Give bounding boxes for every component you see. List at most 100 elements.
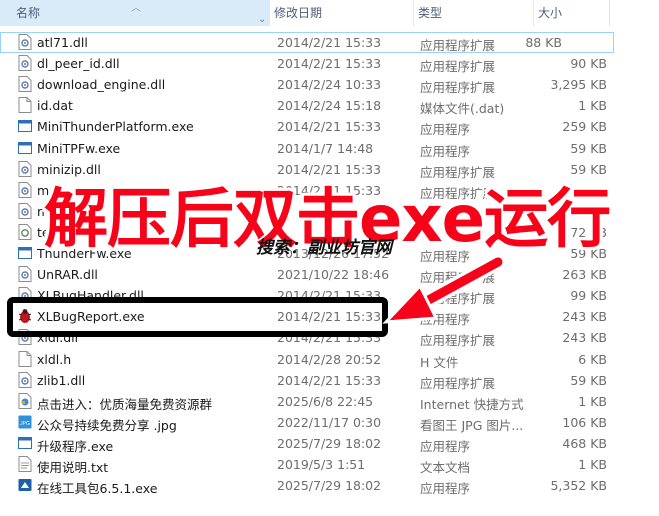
file-size: 88 KB: [525, 35, 562, 50]
file-type: 应用程序扩展: [420, 80, 496, 96]
file-size: 1 KB: [578, 457, 607, 472]
file-type: 应用程序: [420, 143, 471, 159]
file-name: 点击进入：优质海量免费资源群: [37, 396, 213, 412]
file-date: 2021/10/22 18:46: [277, 267, 390, 283]
file-date: 2019/5/3 1:51: [277, 457, 366, 472]
dll-file-icon: [18, 202, 32, 219]
file-date: 2014/2/21 15:33: [277, 35, 382, 50]
file-type: 应用程序: [420, 122, 471, 138]
column-header-size[interactable]: 大小: [534, 0, 610, 26]
file-name: MiniTPFw.exe: [37, 140, 121, 156]
file-size: 59 KB: [570, 372, 607, 388]
file-size: 1 KB: [578, 393, 607, 409]
exe-window-icon: [18, 435, 32, 451]
file-name: 升级程序.exe: [37, 438, 114, 454]
file-date: 2025/7/29 18:02: [277, 478, 382, 494]
file-size: 90 KB: [570, 56, 607, 72]
file-row[interactable]: UnRAR.dll2021/10/22 18:46应用程序扩展263 KB: [0, 264, 659, 285]
file-size: 3,295 KB: [550, 77, 607, 93]
column-header-type-label: 类型: [418, 6, 443, 20]
column-header-name[interactable]: ︿ 名称 ⌄: [0, 0, 270, 26]
file-type: 应用程序扩展: [420, 38, 496, 53]
file-type: Internet 快捷方式: [420, 396, 524, 412]
file-size: 468 KB: [562, 435, 607, 451]
internet-shortcut-icon: [18, 392, 32, 409]
column-header-size-label: 大小: [538, 6, 563, 20]
file-name: id.dat: [37, 98, 73, 114]
file-name: zlib1.dll: [37, 372, 86, 388]
toolkit-exe-icon: [18, 477, 32, 493]
file-date: 2014/2/21 15:33: [277, 119, 382, 135]
file-size: 263 KB: [562, 267, 607, 283]
column-header-type[interactable]: 类型: [414, 0, 534, 26]
file-name: 公众号持续免费分享 .jpg: [37, 417, 177, 433]
file-row[interactable]: xldl.h 2014/2/28 20:52 H 文件 6 KB: [0, 349, 659, 370]
file-type: 看图王 JPG 图片...: [420, 417, 524, 433]
file-size: 6 KB: [578, 351, 607, 367]
watermark-text: 搜索：副业坊官网: [256, 238, 392, 258]
file-size: 243 KB: [562, 330, 607, 346]
exe-window-icon: [18, 245, 32, 261]
file-name: 在线工具包6.5.1.exe: [37, 481, 158, 497]
text-file-icon: [18, 456, 32, 472]
file-type: H 文件: [420, 354, 459, 370]
file-type: 应用程序: [420, 481, 471, 497]
dll-file-icon: [18, 266, 32, 283]
file-type: 文本文档: [420, 460, 471, 475]
highlight-box: [7, 297, 388, 337]
file-date: 2014/2/28 20:52: [277, 351, 382, 367]
file-row[interactable]: JPG 公众号持续免费分享 .jpg 2022/11/17 0:30 看图王 JPG …: [0, 412, 659, 433]
config-file-icon: [18, 223, 32, 240]
file-row[interactable]: MiniTPFw.exe 2014/1/7 14:48 应用程序 59 KB: [0, 138, 659, 159]
file-size: 59 KB: [570, 140, 607, 156]
file-name: MiniThunderPlatform.exe: [37, 119, 194, 135]
file-date: 2025/6/8 22:45: [277, 393, 374, 409]
file-date: 2014/2/24 15:18: [277, 98, 382, 114]
file-name: xldl.h: [37, 351, 72, 367]
file-date: 2014/2/21 15:33: [277, 372, 382, 388]
file-row[interactable]: atl71.dll 2014/2/21 15:33 应用程序扩展 88 KB: [0, 32, 614, 53]
file-type: 应用程序扩展: [420, 59, 496, 75]
file-type: 应用程序扩展: [420, 375, 496, 391]
file-name: UnRAR.dll: [37, 267, 98, 283]
svg-text:JPG: JPG: [20, 421, 30, 427]
chevron-down-icon[interactable]: ⌄: [258, 7, 266, 33]
file-row[interactable]: 升级程序.exe 2025/7/29 18:02 应用程序 468 KB: [0, 433, 659, 454]
dll-file-icon: [18, 160, 32, 177]
file-name: download_engine.dll: [37, 77, 166, 93]
blank-file-icon: [18, 350, 32, 367]
file-type: 应用程序: [420, 438, 471, 454]
dll-file-icon: [18, 55, 32, 72]
file-size: 5,352 KB: [550, 478, 607, 494]
file-row[interactable]: 使用说明.txt 2019/5/3 1:51 文本文档 1 KB: [0, 454, 659, 475]
file-row[interactable]: id.dat 2014/2/24 15:18 媒体文件(.dat) 1 KB: [0, 95, 659, 116]
dll-file-icon: [18, 371, 32, 388]
file-date: 2014/2/21 15:33: [277, 56, 382, 72]
file-size: 99 KB: [570, 288, 607, 304]
file-row[interactable]: 点击进入：优质海量免费资源群 2025/6/8 22:45 Internet 快捷方…: [0, 391, 659, 412]
file-size: 259 KB: [562, 119, 607, 135]
file-row[interactable]: zlib1.dll 2014/2/21 15:33 应用程序扩展 59 KB: [0, 370, 659, 391]
column-header-date-label: 修改日期: [274, 6, 323, 20]
file-row[interactable]: download_engine.dll 2014/2/24 10:33 应用程序扩展…: [0, 74, 659, 95]
file-size: 1 KB: [578, 98, 607, 114]
jpg-image-icon: JPG: [18, 414, 32, 430]
file-name: dl_peer_id.dll: [37, 56, 120, 72]
file-row[interactable]: 在线工具包6.5.1.exe 2025/7/29 18:02 应用程序 5,352 K…: [0, 475, 659, 496]
file-row[interactable]: MiniThunderPlatform.exe 2014/2/21 15:33 应用…: [0, 116, 659, 137]
red-arrow-icon: [382, 254, 506, 324]
file-name: 使用说明.txt: [37, 460, 109, 475]
column-header-date[interactable]: 修改日期: [270, 0, 414, 26]
dll-file-icon: [18, 181, 32, 198]
file-type: 应用程序扩展: [420, 333, 496, 349]
sort-ascending-icon: ︿: [131, 3, 141, 14]
file-row[interactable]: dl_peer_id.dll 2014/2/21 15:33 应用程序扩展 90 KB: [0, 53, 659, 74]
file-date: 2014/2/24 10:33: [277, 77, 382, 93]
file-size: 243 KB: [562, 309, 607, 325]
file-date: 2022/11/17 0:30: [277, 414, 382, 430]
exe-window-icon: [18, 140, 32, 156]
file-date: 2025/7/29 18:02: [277, 435, 382, 451]
dll-file-icon: [18, 76, 32, 93]
file-size: 106 KB: [562, 414, 607, 430]
file-type: 媒体文件(.dat): [420, 101, 505, 117]
